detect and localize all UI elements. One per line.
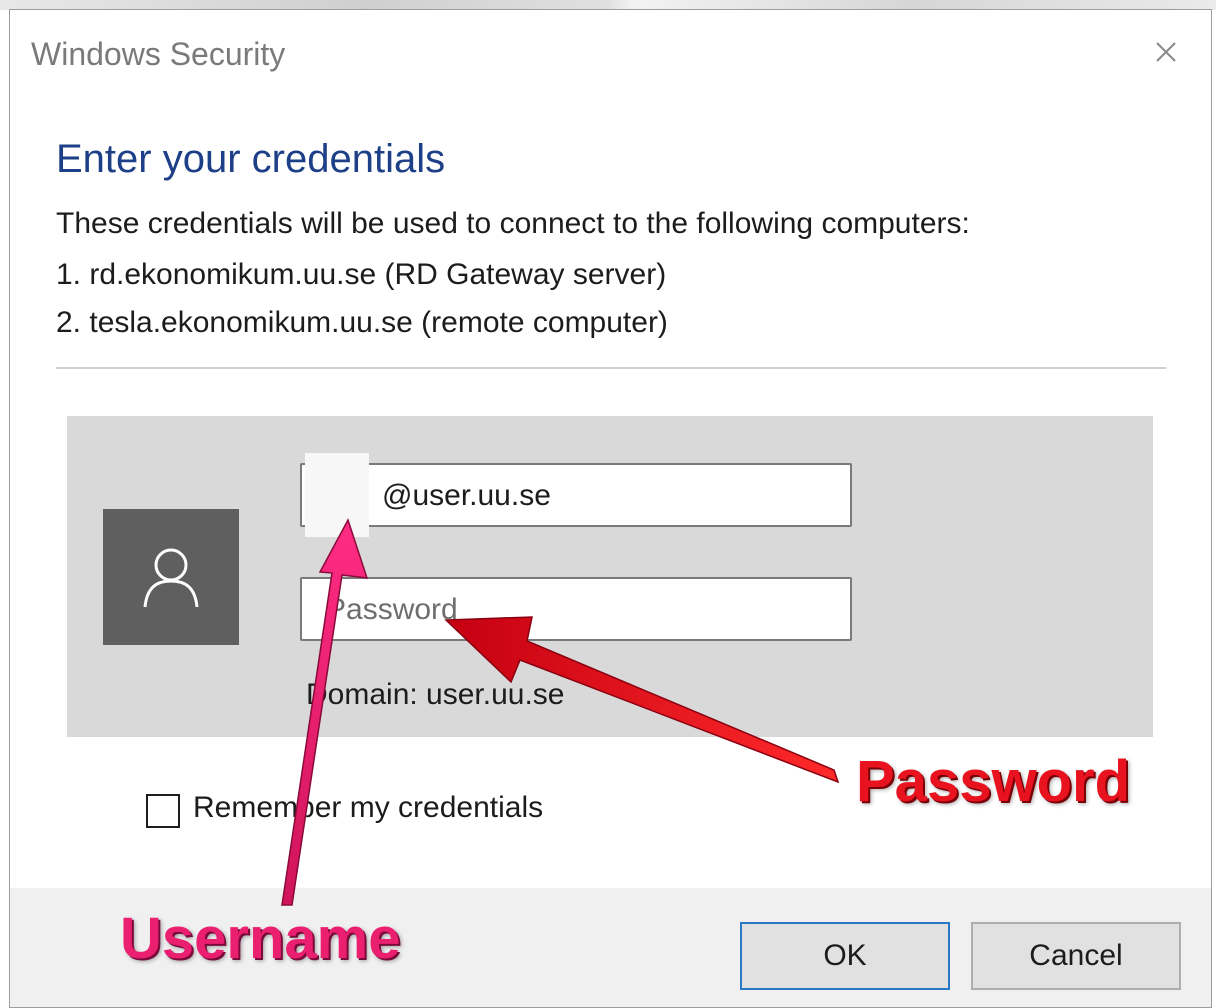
cancel-button[interactable]: Cancel — [971, 922, 1181, 990]
dialog-description: These credentials will be used to connec… — [56, 207, 970, 240]
separator — [56, 367, 1166, 369]
domain-label: Domain: user.uu.se — [306, 678, 565, 711]
username-field[interactable]: @user.uu.se — [300, 463, 852, 527]
window-title: Windows Security — [31, 36, 286, 72]
close-icon — [1156, 42, 1176, 62]
computer-item-1: 1. rd.ekonomikum.uu.se (RD Gateway serve… — [56, 258, 667, 291]
redaction-box — [305, 453, 369, 537]
close-button[interactable] — [1148, 34, 1184, 70]
password-annotation: Password — [856, 749, 1130, 814]
remember-label[interactable]: Remember my credentials — [193, 791, 543, 825]
user-icon — [143, 548, 199, 608]
computer-item-2: 2. tesla.ekonomikum.uu.se (remote comput… — [56, 306, 668, 339]
remember-checkbox[interactable] — [146, 794, 180, 828]
windows-security-dialog: Windows Security Enter your credentials … — [9, 9, 1212, 1008]
dialog-heading: Enter your credentials — [56, 137, 446, 181]
ok-button[interactable]: OK — [740, 922, 950, 990]
password-placeholder: Password — [326, 593, 458, 626]
password-field[interactable]: Password — [300, 577, 852, 641]
avatar — [103, 509, 239, 645]
username-value: @user.uu.se — [382, 479, 551, 512]
username-annotation: Username — [120, 906, 401, 971]
